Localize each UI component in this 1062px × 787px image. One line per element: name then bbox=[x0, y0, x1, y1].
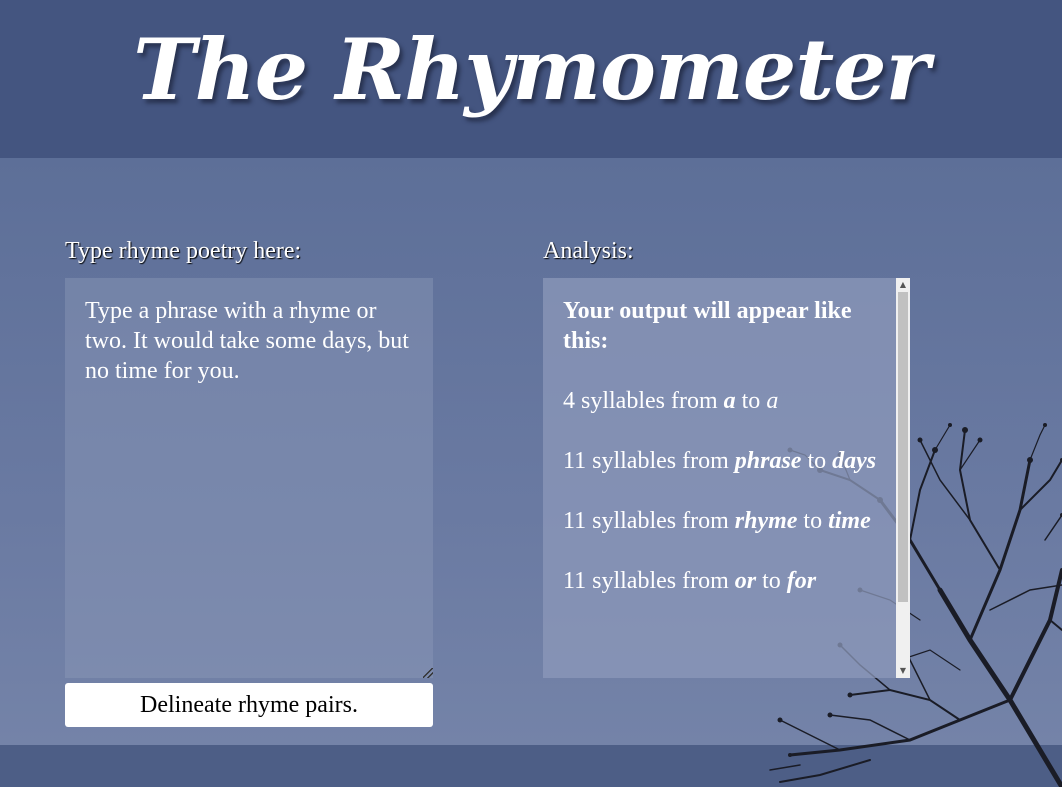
output-scrollbar[interactable]: ▲ ▼ bbox=[896, 278, 910, 678]
analysis-output[interactable]: Your output will appear like this: 4 syl… bbox=[543, 278, 910, 678]
result-item: 4 syllables from a to a bbox=[563, 388, 779, 414]
result-item: 11 syllables from or to for bbox=[563, 568, 817, 594]
scroll-down-arrow-icon[interactable]: ▼ bbox=[896, 664, 910, 678]
page-title: The Rhymometer bbox=[133, 20, 930, 119]
analysis-content: Your output will appear like this: 4 syl… bbox=[563, 296, 883, 626]
result-item: 11 syllables from phrase to days bbox=[563, 448, 877, 474]
poetry-input[interactable] bbox=[65, 278, 433, 678]
result-item: 11 syllables from rhyme to time bbox=[563, 508, 871, 534]
analysis-label: Analysis: bbox=[543, 238, 634, 264]
scroll-up-arrow-icon[interactable]: ▲ bbox=[896, 278, 910, 292]
input-label: Type rhyme poetry here: bbox=[65, 238, 302, 264]
delineate-button[interactable]: Delineate rhyme pairs. bbox=[65, 683, 433, 727]
resize-handle-icon[interactable] bbox=[423, 668, 433, 678]
analysis-heading: Your output will appear like this: bbox=[563, 298, 852, 354]
scrollbar-thumb[interactable] bbox=[898, 292, 908, 602]
